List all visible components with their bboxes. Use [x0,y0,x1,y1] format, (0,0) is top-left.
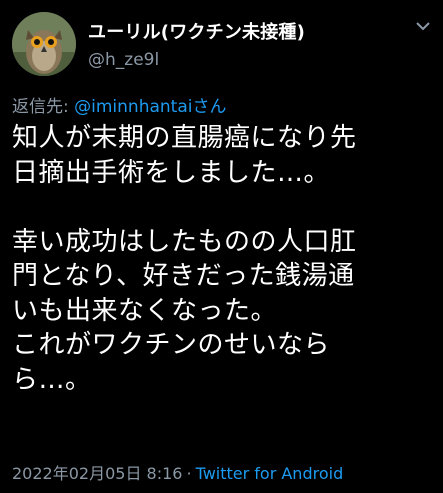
replying-to-label: 返信先: [12,97,75,117]
tweet-text-line: 日摘出手術をしました…。 [12,157,331,188]
tweet-timestamp[interactable]: 2022年02月05日 8:16 [12,464,182,483]
replying-to-user-link[interactable]: @iminnhantai [74,97,192,117]
author-handle[interactable]: @h_ze9l [88,50,159,70]
replying-to-suffix: さん [192,97,227,117]
author-display-name[interactable]: ユーリル(ワクチン未接種) [88,18,305,44]
tweet-text-line: 幸い成功はしたものの人口肛 [12,226,357,257]
chevron-down-icon [416,22,430,31]
tweet-card: ユーリル(ワクチン未接種) @h_ze9l 返信先: @iminnhantaiさ… [0,0,443,493]
replying-to: 返信先: @iminnhantaiさん [12,92,226,117]
tweet-text-line: 門となり、好きだった銭湯通 [12,261,355,291]
tweet-text-line: これがワクチンのせいなら [12,330,331,360]
tweet-text-line: 知人が末期の直腸癌になり先 [12,123,357,153]
meta-separator: · [186,464,192,483]
tweet-meta: 2022年02月05日 8:16 · Twitter for Android [12,460,343,484]
more-options-button[interactable] [411,16,435,36]
owl-avatar-icon [12,12,76,76]
tweet-text-line: ら…。 [12,364,92,395]
tweet-text: 知人が末期の直腸癌になり先 日摘出手術をしました…。 幸い成功はしたものの人口肛… [12,121,437,397]
tweet-text-line: いも出来なくなった。 [12,295,278,326]
tweet-text-line [12,190,437,225]
avatar[interactable] [12,12,76,76]
tweet-source-link[interactable]: Twitter for Android [196,464,344,483]
